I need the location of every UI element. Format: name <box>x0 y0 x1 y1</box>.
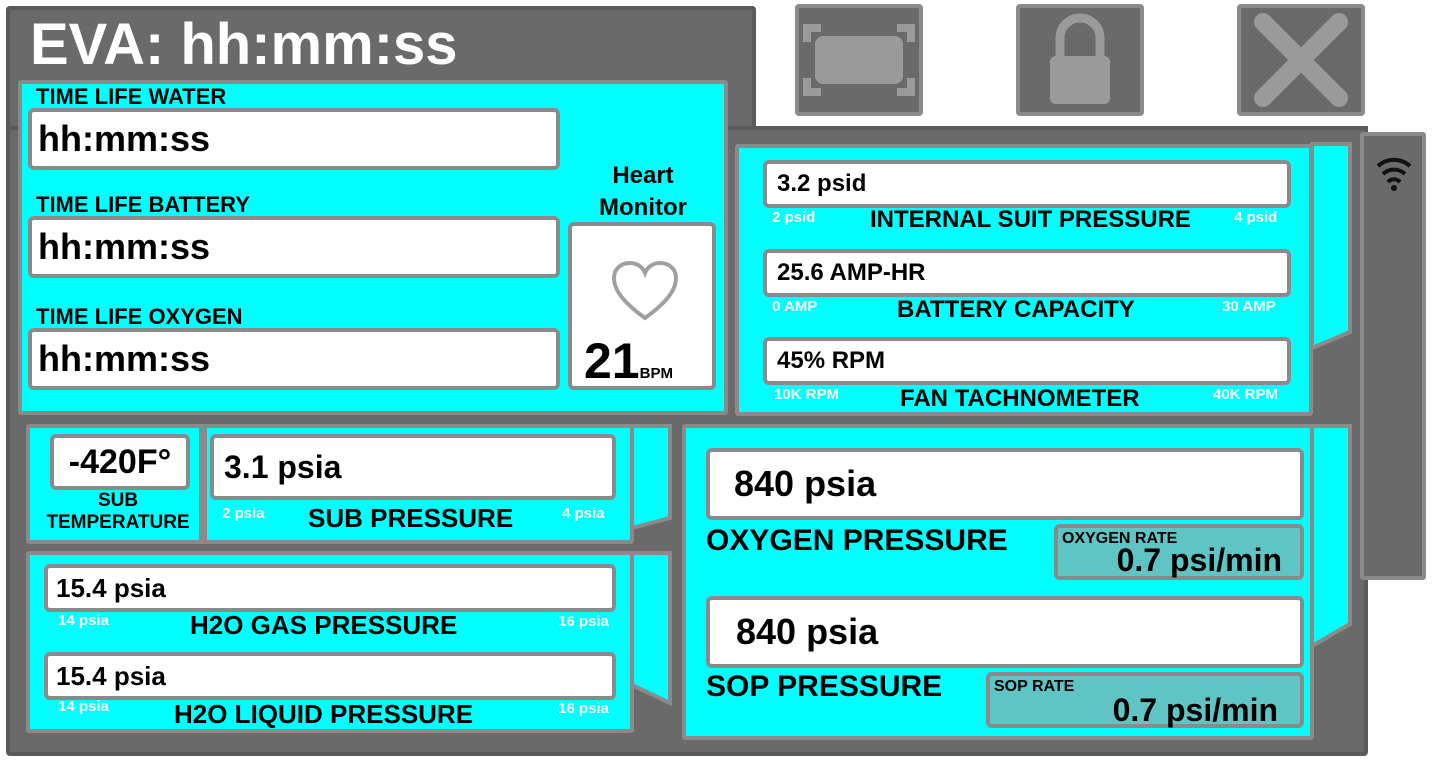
h2o-liquid-value: 15.4 psia <box>56 660 166 691</box>
heart-monitor-title-line2: Monitor <box>599 194 687 221</box>
heart-icon <box>611 260 679 321</box>
suit-pressure-min: 2 psid <box>772 209 816 226</box>
fan-tach-field: 45% RPM <box>763 337 1291 385</box>
suit-pressure-max: 4 psid <box>1234 209 1278 226</box>
timer-water-field: hh:mm:ss <box>28 108 560 170</box>
sub-temp-field: -420F° <box>50 434 190 490</box>
oxygen-panel-tab <box>1310 424 1352 650</box>
h2o-gas-value: 15.4 psia <box>56 572 166 603</box>
fan-tach-max: 40K RPM <box>1213 386 1279 403</box>
close-button[interactable] <box>1237 4 1365 116</box>
sop-pressure-label: SOP PRESSURE <box>706 670 943 703</box>
h2o-gas-max: 16 psia <box>558 613 609 630</box>
h2o-liquid-field: 15.4 psia <box>44 652 616 700</box>
h2o-panel-tab <box>630 551 672 707</box>
oxygen-rate-value: 0.7 psi/min <box>1116 542 1282 578</box>
sub-pressure-label: SUB PRESSURE <box>308 503 514 533</box>
sub-temp-label-line1: SUB <box>97 490 139 511</box>
heart-monitor-title-line1: Heart <box>612 162 674 189</box>
battery-capacity-value: 25.6 AMP-HR <box>777 259 926 286</box>
timer-water-label: TIME LIFE WATER <box>36 84 227 109</box>
close-icon <box>1254 13 1348 107</box>
sub-pressure-max: 4 psia <box>562 505 605 522</box>
heart-rate-value: 21 <box>584 333 640 389</box>
page-title: EVA: hh:mm:ss <box>30 12 458 77</box>
sub-temp-value: -420F° <box>68 442 172 481</box>
battery-capacity-field: 25.6 AMP-HR <box>763 249 1291 297</box>
battery-capacity-min: 0 AMP <box>772 298 818 315</box>
timer-battery-label: TIME LIFE BATTERY <box>36 192 250 217</box>
timer-battery-value: hh:mm:ss <box>38 226 211 267</box>
timer-battery-field: hh:mm:ss <box>28 216 560 278</box>
sop-pressure-value: 840 psia <box>736 611 879 652</box>
heart-monitor-title: Heart Monitor <box>572 160 714 224</box>
fan-tach-min: 10K RPM <box>774 386 840 403</box>
timer-oxygen-label: TIME LIFE OXYGEN <box>36 304 243 329</box>
heart-monitor-box: 21BPM <box>568 222 716 390</box>
oxygen-pressure-label: OXYGEN PRESSURE <box>706 524 1008 557</box>
suit-pressure-label: INTERNAL SUIT PRESSURE <box>870 206 1191 233</box>
fullscreen-icon <box>803 24 915 96</box>
h2o-gas-field: 15.4 psia <box>44 564 616 612</box>
h2o-gas-label: H2O GAS PRESSURE <box>190 610 458 640</box>
suit-pressure-value: 3.2 psid <box>777 170 867 197</box>
heart-rate: 21BPM <box>584 336 673 386</box>
sub-panel-tab <box>630 424 672 531</box>
oxygen-pressure-field: 840 psia <box>706 448 1304 520</box>
h2o-gas-min: 14 psia <box>58 612 109 629</box>
fan-tach-value: 45% RPM <box>777 347 886 374</box>
heart-rate-unit: BPM <box>639 365 673 382</box>
wifi-icon[interactable] <box>1374 152 1414 196</box>
timer-oxygen-field: hh:mm:ss <box>28 328 560 390</box>
sop-pressure-field: 840 psia <box>706 596 1304 668</box>
lock-icon <box>1050 13 1110 104</box>
suit-pressure-field: 3.2 psid <box>763 160 1291 208</box>
sop-rate-label: SOP RATE <box>994 678 1075 695</box>
sub-temp-label-line2: TEMPERATURE <box>46 512 190 533</box>
oxygen-rate-box: OXYGEN RATE 0.7 psi/min <box>1054 524 1304 580</box>
fan-tach-label: FAN TACHNOMETER <box>900 385 1140 412</box>
sub-pressure-field: 3.1 psia <box>210 434 616 500</box>
sub-temp-label: SUB TEMPERATURE <box>36 490 200 534</box>
h2o-liquid-min: 14 psia <box>58 698 109 715</box>
battery-capacity-label: BATTERY CAPACITY <box>897 296 1135 323</box>
fullscreen-button[interactable] <box>795 4 923 116</box>
battery-capacity-max: 30 AMP <box>1222 298 1276 315</box>
side-panel <box>1360 132 1426 580</box>
sub-pressure-min: 2 psia <box>222 505 265 522</box>
timer-oxygen-value: hh:mm:ss <box>38 338 211 379</box>
sub-pressure-value: 3.1 psia <box>224 448 342 485</box>
suit-panel-tab <box>1310 142 1352 352</box>
timer-water-value: hh:mm:ss <box>38 118 211 159</box>
sop-rate-value: 0.7 psi/min <box>1112 692 1278 728</box>
sub-divider <box>199 428 207 540</box>
h2o-liquid-label: H2O LIQUID PRESSURE <box>174 699 474 729</box>
sop-rate-box: SOP RATE 0.7 psi/min <box>986 672 1304 728</box>
h2o-liquid-max: 16 psia <box>558 700 609 717</box>
oxygen-pressure-value: 840 psia <box>734 463 877 504</box>
lock-button[interactable] <box>1016 4 1144 116</box>
